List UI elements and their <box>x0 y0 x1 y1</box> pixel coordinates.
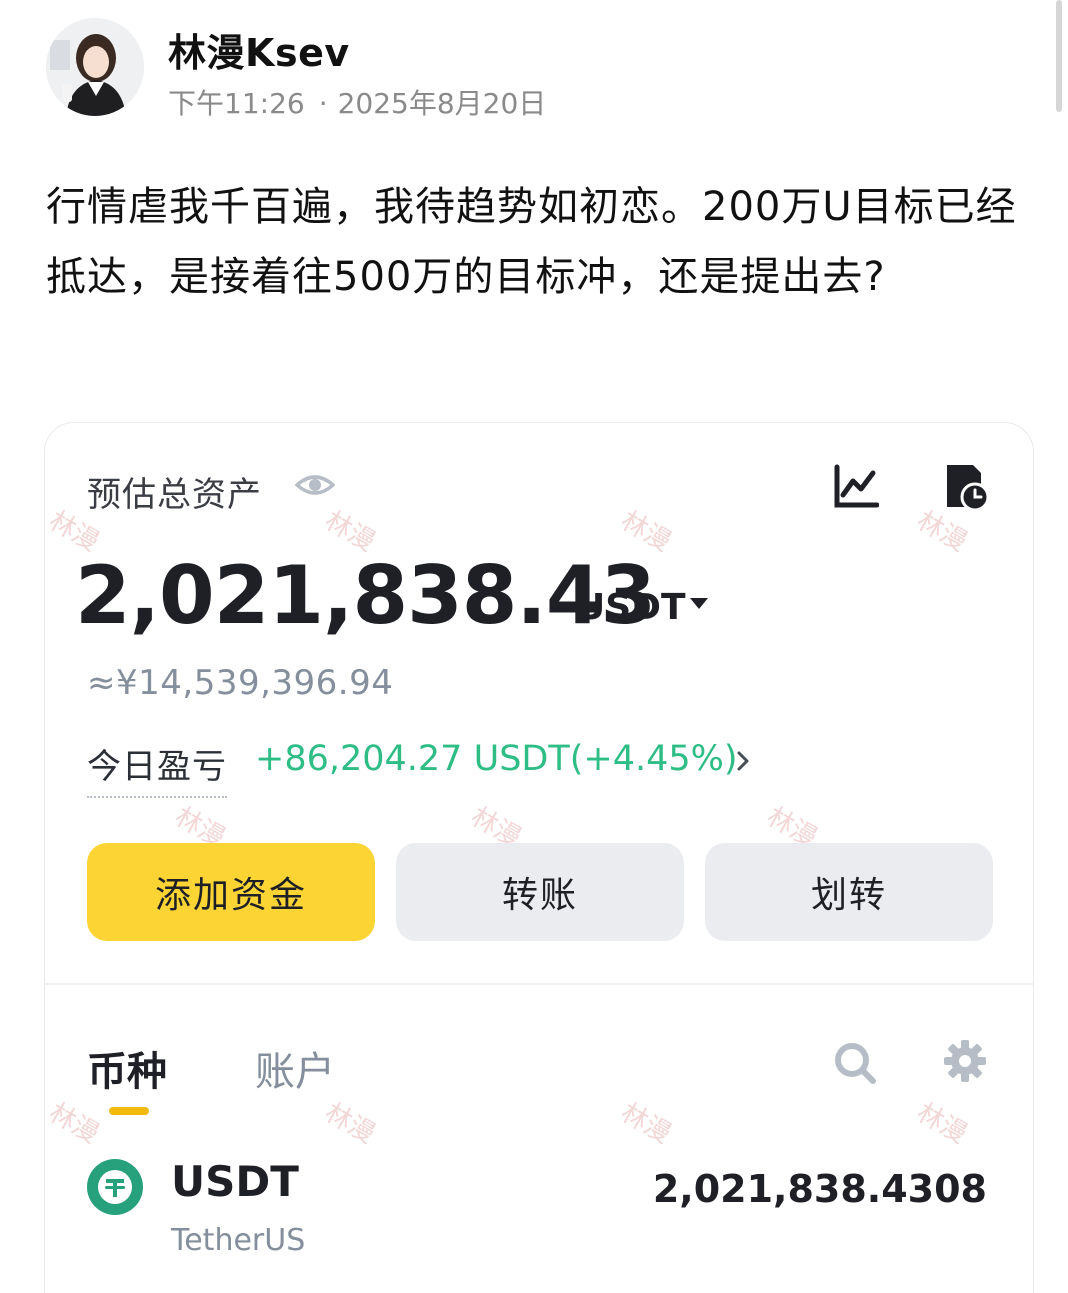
fiat-equivalent: ≈¥14,539,396.94 <box>87 663 394 703</box>
pnl-value[interactable]: +86,204.27 USDT(+4.45%) <box>255 739 738 779</box>
tab-accounts[interactable]: 账户 <box>255 1039 335 1097</box>
search-icon[interactable] <box>833 1041 877 1085</box>
pnl-label[interactable]: 今日盈亏 <box>87 739 227 798</box>
settings-gear-icon[interactable] <box>943 1039 987 1083</box>
balance-unit[interactable]: USDT <box>576 587 686 628</box>
add-funds-button[interactable]: 添加资金 <box>87 843 375 941</box>
watermark: 林漫 <box>911 1097 972 1150</box>
watermark: 林漫 <box>44 1097 104 1150</box>
asset-symbol[interactable]: USDT <box>171 1157 299 1206</box>
watermark: 林漫 <box>319 1097 380 1150</box>
page-scrollbar[interactable] <box>1056 0 1062 112</box>
section-divider <box>45 983 1033 985</box>
total-balance: 2,021,838.43 <box>75 549 656 642</box>
meta-separator: · <box>318 87 328 120</box>
chevron-right-icon[interactable] <box>731 749 755 773</box>
estimated-assets-label: 预估总资产 <box>87 475 262 515</box>
eye-icon[interactable] <box>295 469 335 501</box>
move-funds-button[interactable]: 划转 <box>705 843 993 941</box>
avatar-illustration <box>46 18 144 116</box>
post-date: 2025年8月20日 <box>337 87 547 120</box>
asset-amount: 2,021,838.4308 <box>652 1167 987 1211</box>
active-tab-indicator <box>109 1107 149 1115</box>
chart-icon[interactable] <box>833 463 879 509</box>
history-icon[interactable] <box>943 461 989 511</box>
tether-logo-icon <box>87 1159 143 1215</box>
author-avatar[interactable] <box>46 18 144 116</box>
transfer-button[interactable]: 转账 <box>396 843 684 941</box>
watermark: 林漫 <box>615 1097 676 1150</box>
wallet-screenshot: 林漫 林漫 林漫 林漫 林漫 林漫 林漫 林漫 林漫 林漫 林漫 预估总资产 2… <box>44 422 1034 1293</box>
author-name[interactable]: 林漫Ksev <box>168 22 350 77</box>
tab-coins[interactable]: 币种 <box>87 1039 167 1097</box>
asset-name: TetherUS <box>171 1223 306 1258</box>
unit-dropdown-icon[interactable] <box>690 598 708 609</box>
post-body: 行情虐我千百遍，我待趋势如初恋。200万U目标已经抵达，是接着往500万的目标冲… <box>46 184 1017 300</box>
post-time: 下午11:26 <box>168 87 305 120</box>
post-meta: 下午11:26 · 2025年8月20日 <box>168 82 546 122</box>
